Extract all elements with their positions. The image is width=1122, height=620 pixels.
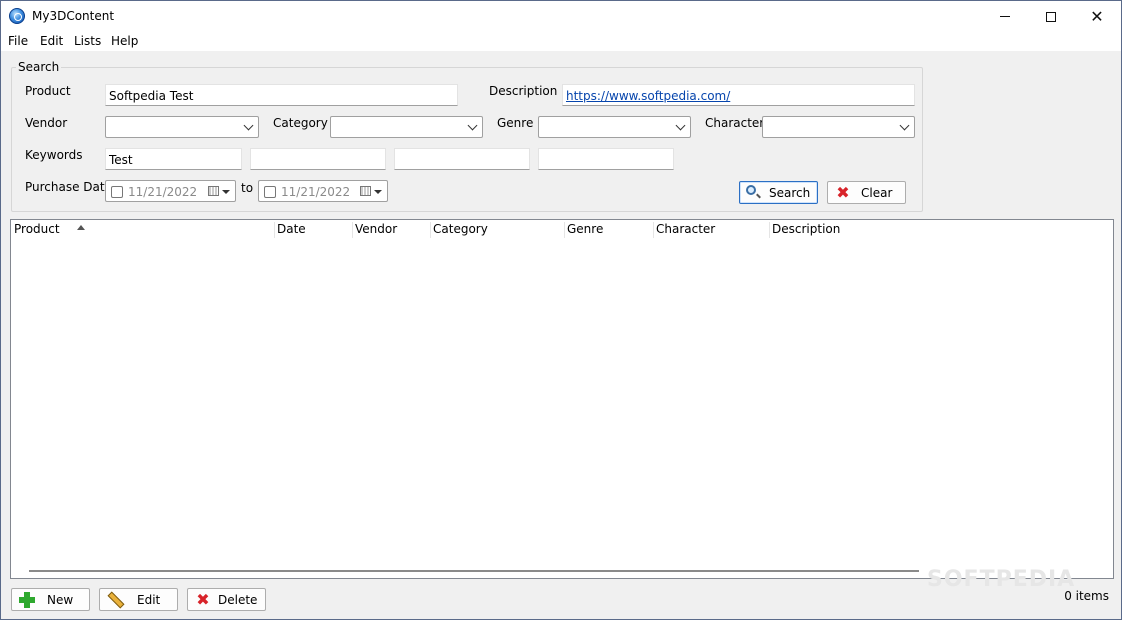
date-to-value: 11/21/2022 (281, 185, 351, 199)
app-globe-icon (9, 8, 25, 24)
column-header-date[interactable]: Date (274, 222, 351, 239)
dropdown-arrow-icon (374, 190, 382, 194)
character-label: Character (705, 116, 765, 130)
search-icon (746, 185, 756, 195)
column-header-category[interactable]: Category (430, 222, 563, 239)
chevron-down-icon (243, 120, 254, 131)
description-link[interactable]: https://www.softpedia.com/ (566, 89, 730, 103)
vendor-combo[interactable] (105, 116, 259, 138)
date-from-picker[interactable]: 11/21/2022 (105, 180, 236, 202)
column-header-genre[interactable]: Genre (564, 222, 652, 239)
sort-ascending-icon (77, 225, 85, 230)
date-from-value: 11/21/2022 (128, 185, 198, 199)
keyword-input-1[interactable]: Test (105, 148, 242, 170)
search-group-legend: Search (16, 60, 62, 74)
delete-button[interactable]: ✖ Delete (187, 588, 266, 611)
description-input[interactable]: https://www.softpedia.com/ (562, 84, 915, 106)
keyword-input-3[interactable] (394, 148, 530, 170)
to-label: to (241, 181, 254, 195)
menu-edit[interactable]: Edit (40, 34, 63, 48)
date-to-picker[interactable]: 11/21/2022 (258, 180, 388, 202)
product-input[interactable]: Softpedia Test (105, 84, 458, 106)
calendar-icon (208, 186, 219, 196)
category-combo[interactable] (330, 116, 483, 138)
genre-label: Genre (497, 116, 534, 130)
genre-combo[interactable] (538, 116, 691, 138)
delete-x-icon: ✖ (196, 590, 210, 609)
menu-file[interactable]: File (8, 34, 28, 48)
maximize-button[interactable] (1028, 1, 1074, 32)
window-title: My3DContent (32, 9, 115, 23)
results-list[interactable]: Product Date Vendor Category Genre Chara… (10, 219, 1114, 579)
item-count-status: 0 items (1064, 589, 1109, 603)
search-button-label: Search (769, 186, 811, 200)
category-label: Category (273, 116, 328, 130)
new-button[interactable]: New (11, 588, 90, 611)
pencil-icon (107, 592, 123, 608)
purchase-date-label: Purchase Date (25, 180, 112, 194)
column-header-vendor[interactable]: Vendor (352, 222, 429, 239)
menu-help[interactable]: Help (111, 34, 138, 48)
horizontal-scrollbar[interactable] (29, 570, 919, 572)
menu-bar: File Edit Lists Help (1, 32, 1121, 51)
keyword-input-2[interactable] (250, 148, 386, 170)
plus-icon (19, 592, 35, 608)
product-label: Product (25, 84, 71, 98)
date-to-checkbox[interactable] (264, 186, 276, 198)
close-button[interactable]: ✕ (1074, 1, 1120, 32)
edit-button[interactable]: Edit (99, 588, 178, 611)
chevron-down-icon (467, 120, 478, 131)
app-window: My3DContent ✕ File Edit Lists Help Searc… (0, 0, 1122, 620)
description-label: Description (489, 84, 558, 98)
dropdown-arrow-icon (222, 190, 230, 194)
column-header-character[interactable]: Character (653, 222, 768, 239)
minimize-button[interactable] (982, 1, 1028, 32)
edit-button-label: Edit (137, 593, 161, 607)
watermark-logo: SOFTPEDIA (927, 567, 1076, 592)
chevron-down-icon (675, 120, 686, 131)
delete-button-label: Delete (218, 593, 258, 607)
minimize-icon (1000, 16, 1010, 17)
title-bar: My3DContent ✕ (1, 1, 1121, 32)
search-button[interactable]: Search (739, 181, 818, 204)
date-from-checkbox[interactable] (111, 186, 123, 198)
calendar-icon (360, 186, 371, 196)
close-icon: ✕ (1090, 6, 1104, 26)
clear-x-icon: ✖ (836, 183, 850, 202)
column-header-description[interactable]: Description (769, 222, 889, 239)
menu-lists[interactable]: Lists (74, 34, 101, 48)
chevron-down-icon (899, 120, 910, 131)
keywords-label: Keywords (25, 148, 83, 162)
new-button-label: New (47, 593, 74, 607)
vendor-label: Vendor (25, 116, 68, 130)
keyword-input-4[interactable] (538, 148, 674, 170)
clear-button[interactable]: ✖ Clear (827, 181, 906, 204)
maximize-icon (1046, 11, 1056, 22)
character-combo[interactable] (762, 116, 915, 138)
column-header-product[interactable]: Product (11, 222, 273, 239)
clear-button-label: Clear (861, 186, 893, 200)
